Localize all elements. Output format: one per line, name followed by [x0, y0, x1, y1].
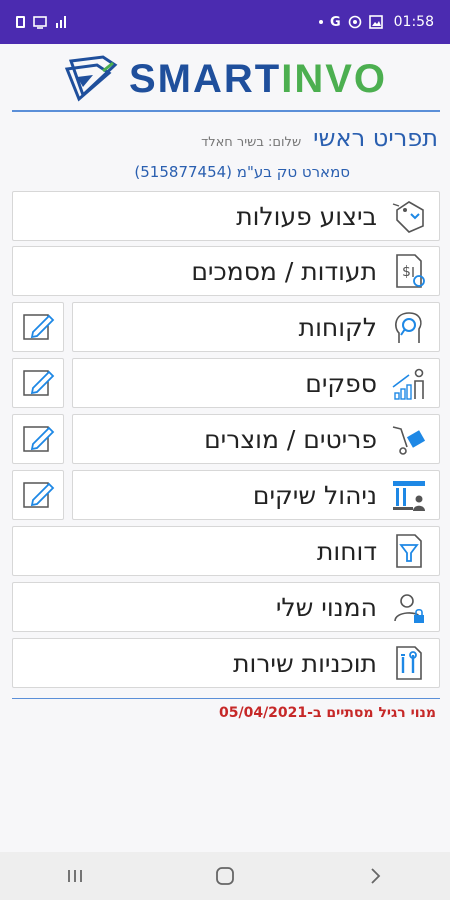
- menu-item-label: פריטים / מוצרים: [204, 424, 377, 454]
- back-button[interactable]: [345, 856, 405, 896]
- header-divider: [12, 110, 440, 112]
- menu-item-customers[interactable]: לקוחות: [72, 302, 440, 352]
- cast-icon: [33, 16, 47, 29]
- footer-divider: [12, 698, 440, 699]
- menu-item-label: ביצוע פעולות: [236, 201, 377, 231]
- google-icon: G: [329, 14, 341, 30]
- logo-text: SMARTINVO: [129, 57, 387, 102]
- edit-products-button[interactable]: [12, 414, 64, 464]
- edit-pencil-icon: [23, 426, 55, 452]
- subscription-expiry-note: מנוי רגיל מסתיים ב-05/04/2021: [218, 705, 436, 721]
- menu-item-label: המנוי שלי: [275, 592, 377, 622]
- menu-item-label: ספקים: [305, 368, 377, 398]
- system-nav-bar: [0, 852, 450, 900]
- menu-item-reports[interactable]: דוחות: [12, 526, 440, 576]
- edit-pencil-icon: [23, 370, 55, 396]
- status-bar: G 01:58: [0, 0, 450, 44]
- menu-item-label: לקוחות: [298, 312, 377, 342]
- battery-saver-icon: [16, 16, 25, 28]
- home-button[interactable]: [195, 856, 255, 896]
- page-title: תפריט ראשי: [313, 124, 438, 152]
- edit-pencil-icon: [23, 314, 55, 340]
- menu-item-actions[interactable]: ביצוע פעולות: [12, 191, 440, 241]
- logo-pages-icon: [64, 55, 118, 102]
- documents-icon: $: [387, 249, 431, 293]
- logo-smart: SMART: [128, 56, 282, 101]
- edit-checks-button[interactable]: [12, 470, 64, 520]
- customers-icon: [387, 305, 431, 349]
- menu-item-label: תוכניות שירות: [233, 648, 377, 678]
- svg-text:$: $: [402, 264, 411, 280]
- status-left-icons: [16, 15, 67, 29]
- status-right-icons: G 01:58: [318, 14, 434, 30]
- reports-filter-icon: [387, 529, 431, 573]
- image-icon: [368, 15, 383, 29]
- logo-invo: INVO: [281, 56, 387, 101]
- menu-item-label: תעודות / מסמכים: [191, 256, 377, 286]
- subscription-user-icon: [387, 585, 431, 629]
- dot-icon: [318, 20, 323, 24]
- menu-item-my-subscription[interactable]: המנוי שלי: [12, 582, 440, 632]
- back-chevron-icon: [371, 868, 381, 884]
- company-name: סמארט טק בע"מ (515877454): [134, 163, 350, 181]
- menu-item-suppliers[interactable]: ספקים: [72, 358, 440, 408]
- checks-bank-icon: [387, 473, 431, 517]
- menu-item-products[interactable]: פריטים / מוצרים: [72, 414, 440, 464]
- menu-item-service-plans[interactable]: תוכניות שירות: [12, 638, 440, 688]
- suppliers-icon: [387, 361, 431, 405]
- edit-suppliers-button[interactable]: [12, 358, 64, 408]
- edit-pencil-icon: [23, 482, 55, 508]
- recent-apps-icon: [68, 870, 82, 882]
- edit-customers-button[interactable]: [12, 302, 64, 352]
- status-time: 01:58: [393, 14, 434, 30]
- menu-item-label: דוחות: [316, 536, 377, 566]
- menu-item-label: ניהול שיקים: [252, 480, 377, 510]
- home-icon: [216, 867, 234, 885]
- signal-icon: [56, 16, 66, 28]
- recent-apps-button[interactable]: [45, 856, 105, 896]
- menu-item-documents[interactable]: תעודות / מסמכים $: [12, 246, 440, 296]
- title-row: תפריט ראשי שלום: בשיר חאלד: [201, 124, 438, 152]
- products-icon: [387, 417, 431, 461]
- service-plans-icon: [387, 641, 431, 685]
- greeting-text: שלום: בשיר חאלד: [201, 135, 302, 150]
- menu-item-checks[interactable]: ניהול שיקים: [72, 470, 440, 520]
- actions-tag-icon: [387, 194, 431, 238]
- app-logo: SMARTINVO: [0, 50, 450, 108]
- sync-icon: [348, 15, 361, 29]
